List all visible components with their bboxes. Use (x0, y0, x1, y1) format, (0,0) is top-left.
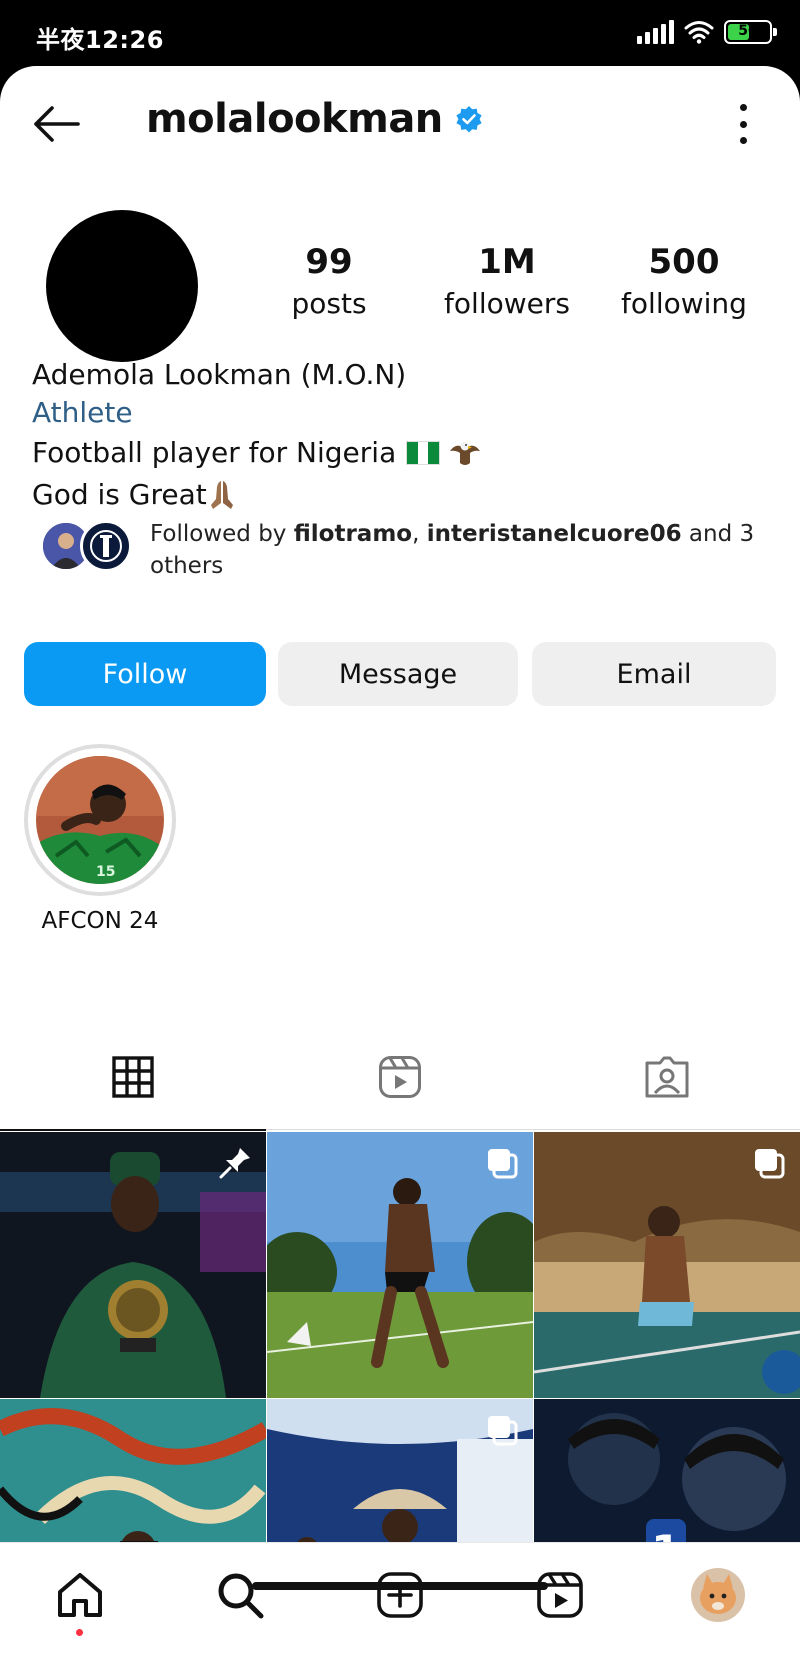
profile-username-row: molalookman (146, 96, 483, 142)
post-thumbnail[interactable] (0, 1132, 266, 1398)
stat-followers-label: followers (444, 287, 570, 320)
top-bar: molalookman (0, 66, 800, 184)
stat-posts[interactable]: 99 posts (244, 242, 414, 326)
pin-icon (219, 1148, 250, 1179)
profile-actions: Follow Message Email (24, 642, 776, 706)
home-icon (58, 1573, 102, 1617)
profile-avatar (691, 1568, 745, 1622)
mutual-follower-name[interactable]: filotramo (294, 521, 412, 547)
create-icon (377, 1572, 423, 1618)
praying-hands-icon (210, 481, 233, 509)
bottom-navigation (0, 1542, 800, 1665)
followed-by-prefix: Followed by (150, 521, 294, 547)
nigeria-flag-icon (406, 441, 441, 465)
carousel-icon (755, 1149, 785, 1179)
tab-tagged[interactable] (534, 1024, 800, 1130)
story-highlight-ring: 15 (24, 744, 176, 896)
stat-posts-value: 99 (305, 242, 353, 282)
back-arrow-icon[interactable] (30, 102, 82, 146)
nav-reels[interactable] (530, 1565, 590, 1625)
tagged-icon (645, 1056, 689, 1098)
followed-by[interactable]: Followed by filotramo, interistanelcuore… (40, 518, 760, 582)
notification-dot (76, 1629, 83, 1636)
profile-avatar[interactable] (46, 210, 198, 362)
followed-by-text: Followed by filotramo, interistanelcuore… (150, 518, 760, 582)
nav-create[interactable] (370, 1565, 430, 1625)
profile-full-name: Ademola Lookman (M.O.N) (32, 358, 407, 391)
stat-following-label: following (621, 287, 747, 320)
follow-button[interactable]: Follow (24, 642, 266, 706)
battery-level: 50 (738, 23, 758, 39)
status-icons: 50 (637, 20, 777, 44)
reels-icon (537, 1572, 583, 1618)
profile-bio: Ademola Lookman (M.O.N) Athlete Football… (32, 356, 772, 516)
carousel-icon (488, 1149, 518, 1179)
svg-text:15: 15 (96, 864, 115, 880)
email-button[interactable]: Email (532, 642, 776, 706)
signal-icon (637, 20, 674, 44)
status-bar: 半夜12:26 50 (0, 0, 800, 70)
grid-icon (112, 1056, 154, 1098)
nav-profile[interactable] (688, 1565, 748, 1625)
stat-followers-value: 1M (478, 242, 536, 282)
stat-following[interactable]: 500 following (599, 242, 769, 326)
nav-search[interactable] (210, 1565, 270, 1625)
reels-icon (379, 1056, 421, 1098)
post-thumbnail[interactable] (267, 1132, 533, 1398)
post-thumbnail[interactable] (534, 1132, 800, 1398)
stat-following-value: 500 (648, 242, 720, 282)
wifi-icon (684, 21, 714, 44)
profile-screen: molalookman 99 posts 1M followers 500 fo… (0, 66, 800, 1665)
home-indicator[interactable] (252, 1582, 548, 1590)
eagle-icon (450, 441, 481, 465)
bio-line-1-text: Football player for Nigeria (32, 436, 397, 469)
stat-followers[interactable]: 1M followers (422, 242, 592, 326)
followed-by-separator: , (412, 521, 427, 547)
bio-line-1: Football player for Nigeria (32, 432, 772, 474)
tab-posts-grid[interactable] (0, 1024, 266, 1131)
stat-posts-label: posts (291, 287, 367, 320)
more-options-icon[interactable] (736, 104, 750, 144)
mutual-follower-avatar (80, 520, 132, 572)
story-highlight[interactable]: 15 AFCON 24 (24, 744, 176, 936)
mutual-follower-name[interactable]: interistanelcuore06 (427, 521, 682, 547)
tab-reels[interactable] (267, 1024, 533, 1130)
carousel-icon (488, 1416, 518, 1446)
profile-category[interactable]: Athlete (32, 394, 772, 432)
verified-badge-icon (456, 106, 482, 133)
nav-home[interactable] (50, 1565, 110, 1636)
story-highlight-label: AFCON 24 (41, 908, 159, 934)
profile-username: molalookman (146, 96, 443, 142)
battery-icon: 50 (724, 20, 777, 44)
message-button[interactable]: Message (278, 642, 518, 706)
bio-line-2: God is Great (32, 474, 772, 516)
bio-line-2-text: God is Great (32, 478, 207, 511)
profile-tabs (0, 1024, 800, 1131)
status-time: 半夜12:26 (36, 26, 164, 54)
mutual-followers-avatars (40, 518, 138, 574)
search-icon (218, 1573, 264, 1619)
story-highlight-image: 15 (36, 756, 164, 884)
